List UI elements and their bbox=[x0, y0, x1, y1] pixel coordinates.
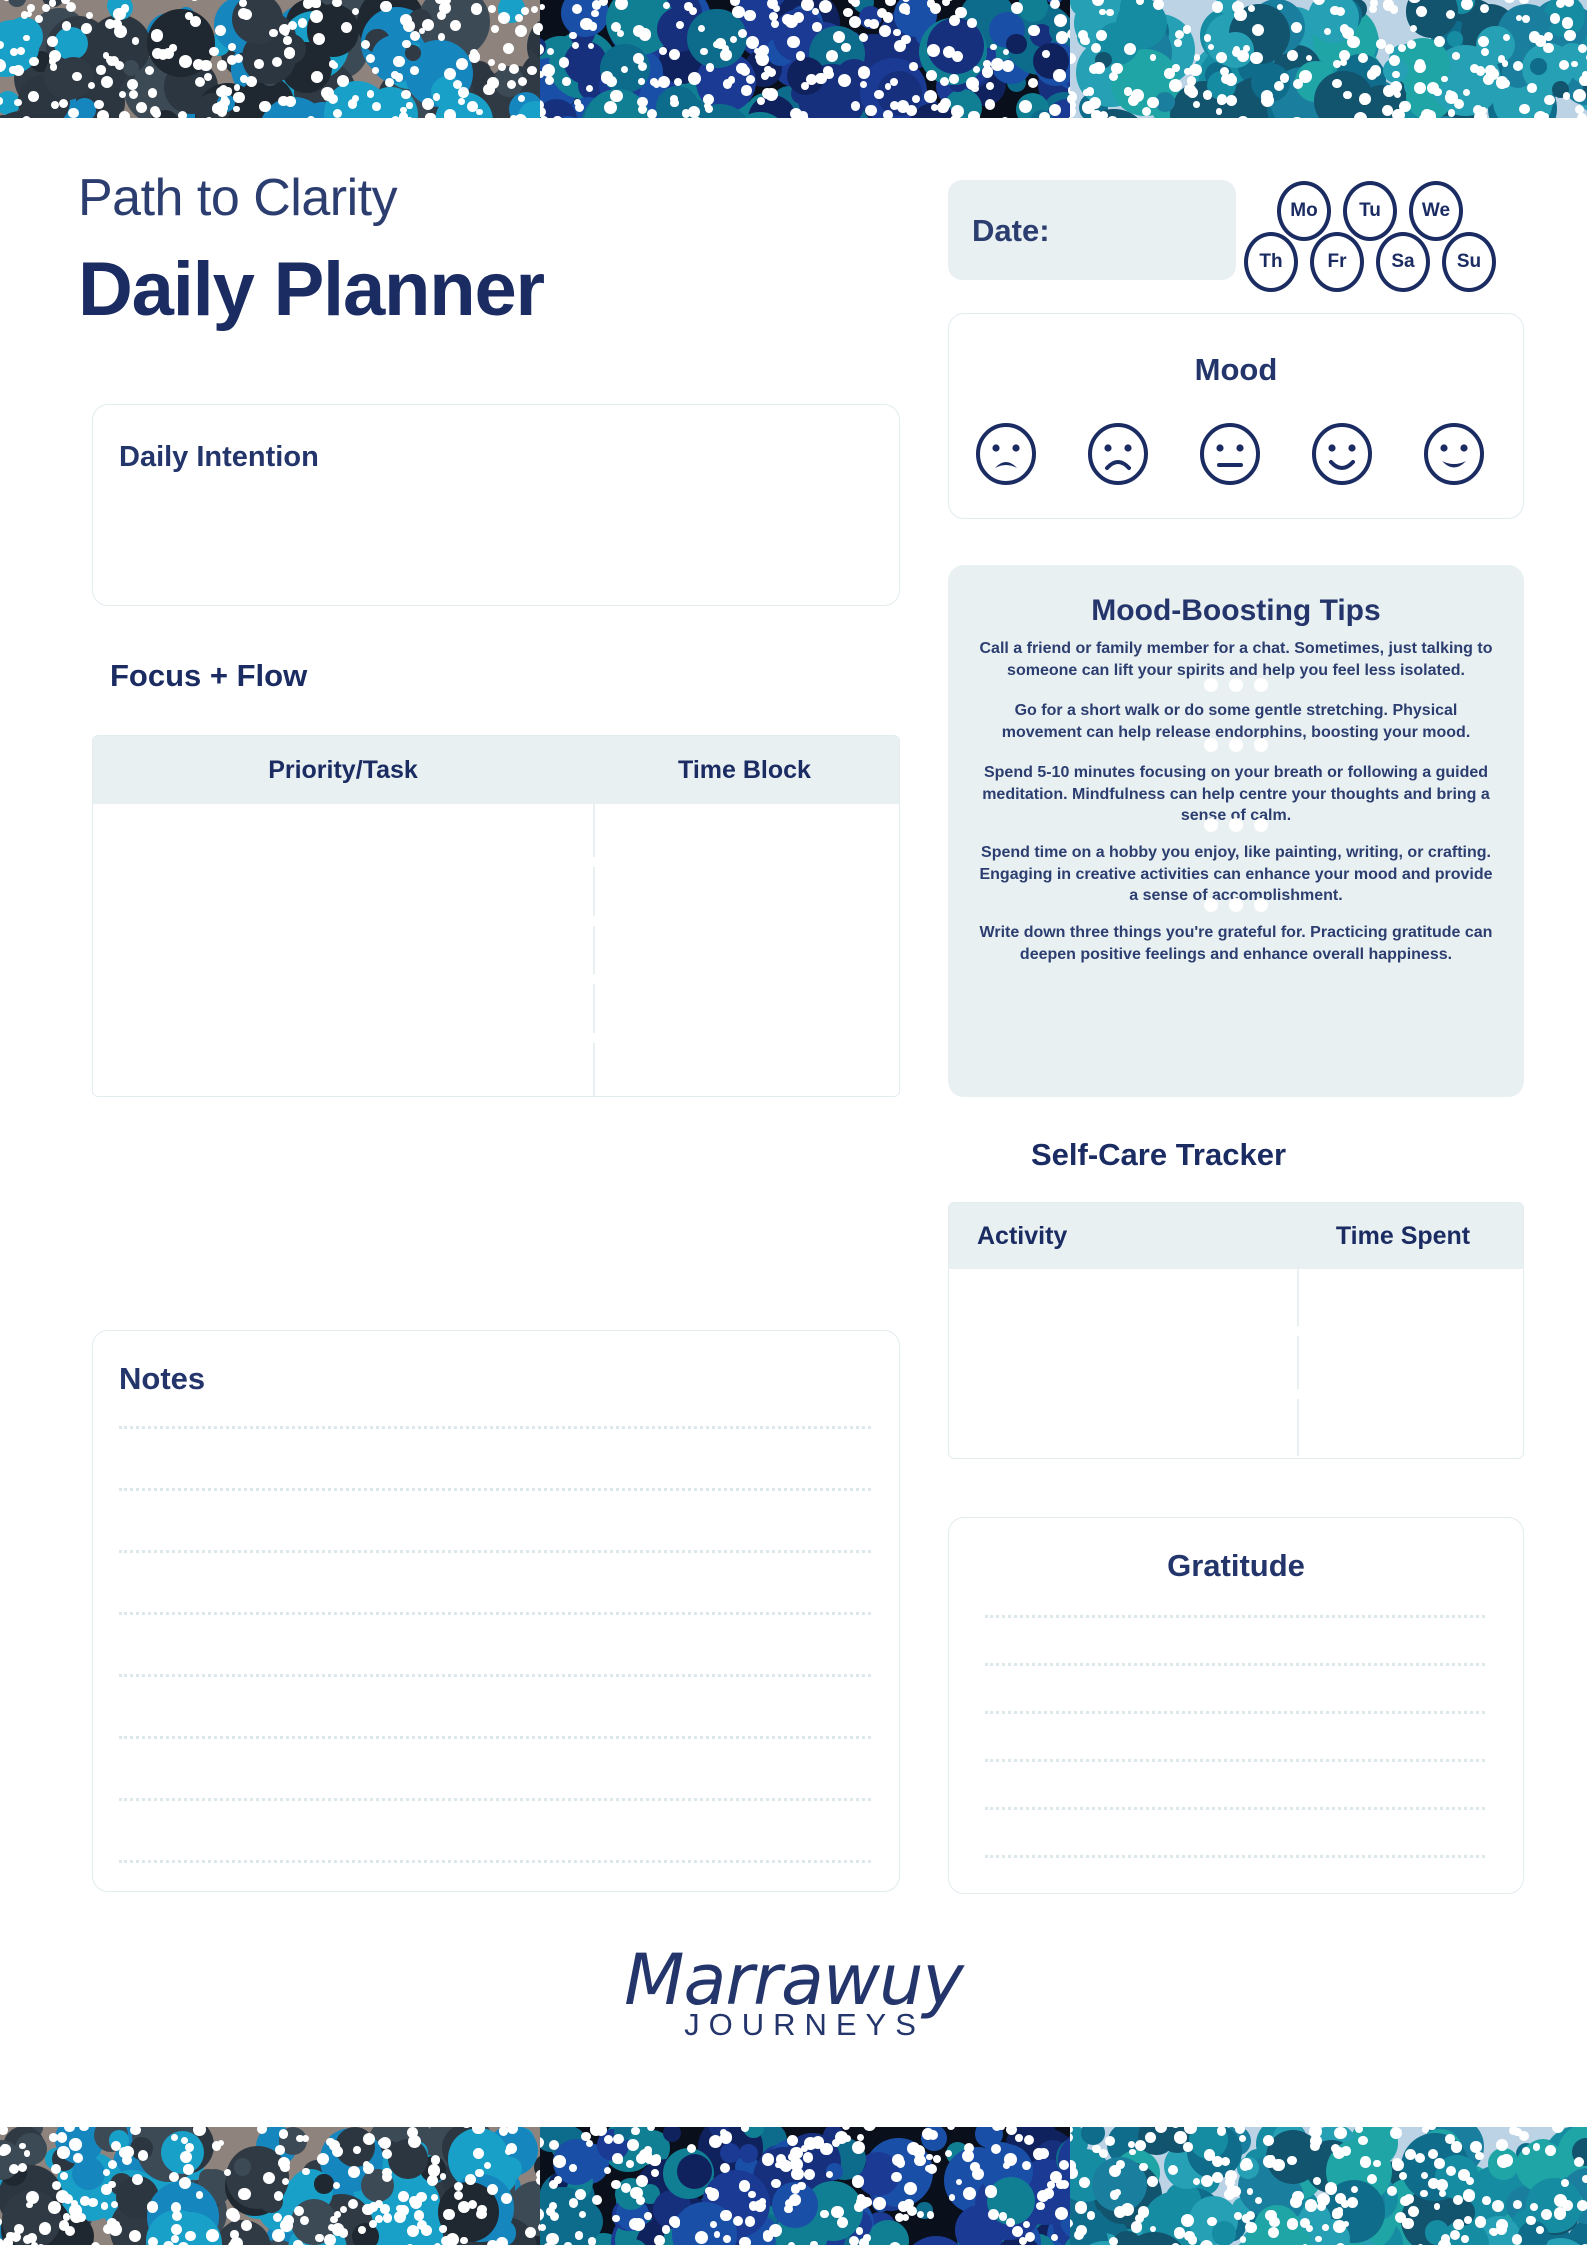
writing-line[interactable] bbox=[985, 1711, 1485, 1714]
dot-art-pattern bbox=[0, 2127, 540, 2245]
writing-line[interactable] bbox=[119, 1612, 871, 1615]
dot-art-pattern bbox=[540, 2127, 1070, 2245]
row-divider-gap bbox=[1297, 1388, 1299, 1399]
tip-separator-dots bbox=[949, 738, 1523, 752]
self-care-heading: Self-Care Tracker bbox=[0, 1137, 1587, 1173]
row-divider-gap bbox=[593, 1032, 595, 1043]
day-circle-tu[interactable]: Tu bbox=[1343, 181, 1397, 241]
table-column-priority-task[interactable] bbox=[93, 804, 593, 1096]
mood-face-happy[interactable] bbox=[1310, 422, 1374, 491]
column-header-time-block: Time Block bbox=[678, 755, 811, 784]
notes-label: Notes bbox=[119, 1361, 206, 1396]
row-divider-gap bbox=[593, 915, 595, 926]
writing-line[interactable] bbox=[985, 1855, 1485, 1858]
dot-art-pattern bbox=[0, 0, 540, 118]
table-header-row: Activity Time Spent bbox=[949, 1203, 1523, 1269]
tip-separator-dots bbox=[949, 898, 1523, 912]
border-segment-grey bbox=[0, 2127, 540, 2245]
tip-item: Go for a short walk or do some gentle st… bbox=[1001, 702, 1471, 741]
day-circle-sa[interactable]: Sa bbox=[1376, 232, 1430, 292]
writing-line[interactable] bbox=[119, 1798, 871, 1801]
border-segment-navy bbox=[540, 0, 1070, 118]
self-care-table[interactable]: Activity Time Spent bbox=[948, 1202, 1524, 1459]
focus-flow-table[interactable]: Priority/Task Time Block bbox=[92, 735, 900, 1097]
table-column-activity[interactable] bbox=[949, 1269, 1297, 1456]
brand-logo: Marrawuy JOURNEYS bbox=[0, 1945, 1587, 2040]
self-care-heading-text: Self-Care Tracker bbox=[1030, 1137, 1287, 1172]
bottom-decorative-border bbox=[0, 2127, 1587, 2245]
page-title: Daily Planner bbox=[78, 247, 545, 332]
table-header-row: Priority/Task Time Block bbox=[93, 736, 899, 804]
gratitude-box[interactable]: Gratitude bbox=[948, 1517, 1524, 1894]
logo-script-text: Marrawuy bbox=[624, 1939, 964, 2021]
daily-intention-box[interactable]: Daily Intention bbox=[92, 404, 900, 606]
writing-line[interactable] bbox=[119, 1488, 871, 1491]
table-body bbox=[93, 804, 899, 1096]
writing-line[interactable] bbox=[119, 1426, 871, 1429]
writing-line[interactable] bbox=[119, 1674, 871, 1677]
border-segment-navy bbox=[540, 2127, 1070, 2245]
daily-intention-label: Daily Intention bbox=[119, 441, 319, 473]
dot-art-pattern bbox=[1070, 0, 1587, 118]
date-label: Date: bbox=[972, 213, 1050, 248]
mood-box: Mood bbox=[948, 313, 1524, 519]
column-header-priority-task: Priority/Task bbox=[268, 755, 418, 784]
tip-separator-dots bbox=[949, 678, 1523, 692]
tip-item: Call a friend or family member for a cha… bbox=[979, 640, 1493, 679]
table-column-time-block[interactable] bbox=[593, 804, 896, 1096]
writing-line[interactable] bbox=[985, 1759, 1485, 1762]
top-decorative-border bbox=[0, 0, 1587, 118]
mood-face-neutral[interactable] bbox=[1198, 422, 1262, 491]
writing-line[interactable] bbox=[985, 1663, 1485, 1666]
border-segment-teal bbox=[1070, 0, 1587, 118]
writing-line[interactable] bbox=[119, 1736, 871, 1739]
tip-item: Write down three things you're grateful … bbox=[979, 924, 1493, 963]
writing-line[interactable] bbox=[985, 1807, 1485, 1810]
row-divider-gap bbox=[593, 857, 595, 868]
writing-line[interactable] bbox=[985, 1615, 1485, 1618]
tip-separator-dots bbox=[949, 818, 1523, 832]
page-eyebrow: Path to Clarity bbox=[78, 169, 398, 227]
row-divider-gap bbox=[593, 974, 595, 985]
table-column-time-spent[interactable] bbox=[1297, 1269, 1520, 1456]
tips-title: Mood-Boosting Tips bbox=[1091, 594, 1381, 627]
day-circle-su[interactable]: Su bbox=[1442, 232, 1496, 292]
day-circle-th[interactable]: Th bbox=[1244, 232, 1298, 292]
mood-label: Mood bbox=[1194, 352, 1278, 387]
table-body bbox=[949, 1269, 1523, 1456]
writing-line[interactable] bbox=[119, 1550, 871, 1553]
column-header-activity: Activity bbox=[977, 1221, 1068, 1250]
date-field[interactable]: Date: bbox=[948, 180, 1236, 280]
border-segment-grey bbox=[0, 0, 540, 118]
notes-box[interactable]: Notes bbox=[92, 1330, 900, 1892]
mood-boosting-tips-box: Mood-Boosting Tips Call a friend or fami… bbox=[948, 565, 1524, 1097]
writing-line[interactable] bbox=[119, 1860, 871, 1863]
logo-subtitle-text: JOURNEYS bbox=[684, 2007, 925, 2042]
dot-art-pattern bbox=[1070, 2127, 1587, 2245]
planner-page: Path to Clarity Daily Planner Daily Inte… bbox=[0, 0, 1587, 2245]
mood-face-very-happy[interactable] bbox=[1422, 422, 1486, 491]
mood-face-very-sad[interactable] bbox=[974, 422, 1038, 491]
day-circle-mo[interactable]: Mo bbox=[1277, 181, 1331, 241]
focus-flow-heading: Focus + Flow bbox=[110, 658, 308, 693]
dot-art-pattern bbox=[540, 0, 1070, 118]
row-divider-gap bbox=[1297, 1326, 1299, 1337]
gratitude-label: Gratitude bbox=[1167, 1548, 1305, 1583]
border-segment-teal bbox=[1070, 2127, 1587, 2245]
day-circle-we[interactable]: We bbox=[1409, 181, 1463, 241]
mood-face-sad[interactable] bbox=[1086, 422, 1150, 491]
day-circle-fr[interactable]: Fr bbox=[1310, 232, 1364, 292]
column-header-time-spent: Time Spent bbox=[1335, 1221, 1471, 1250]
